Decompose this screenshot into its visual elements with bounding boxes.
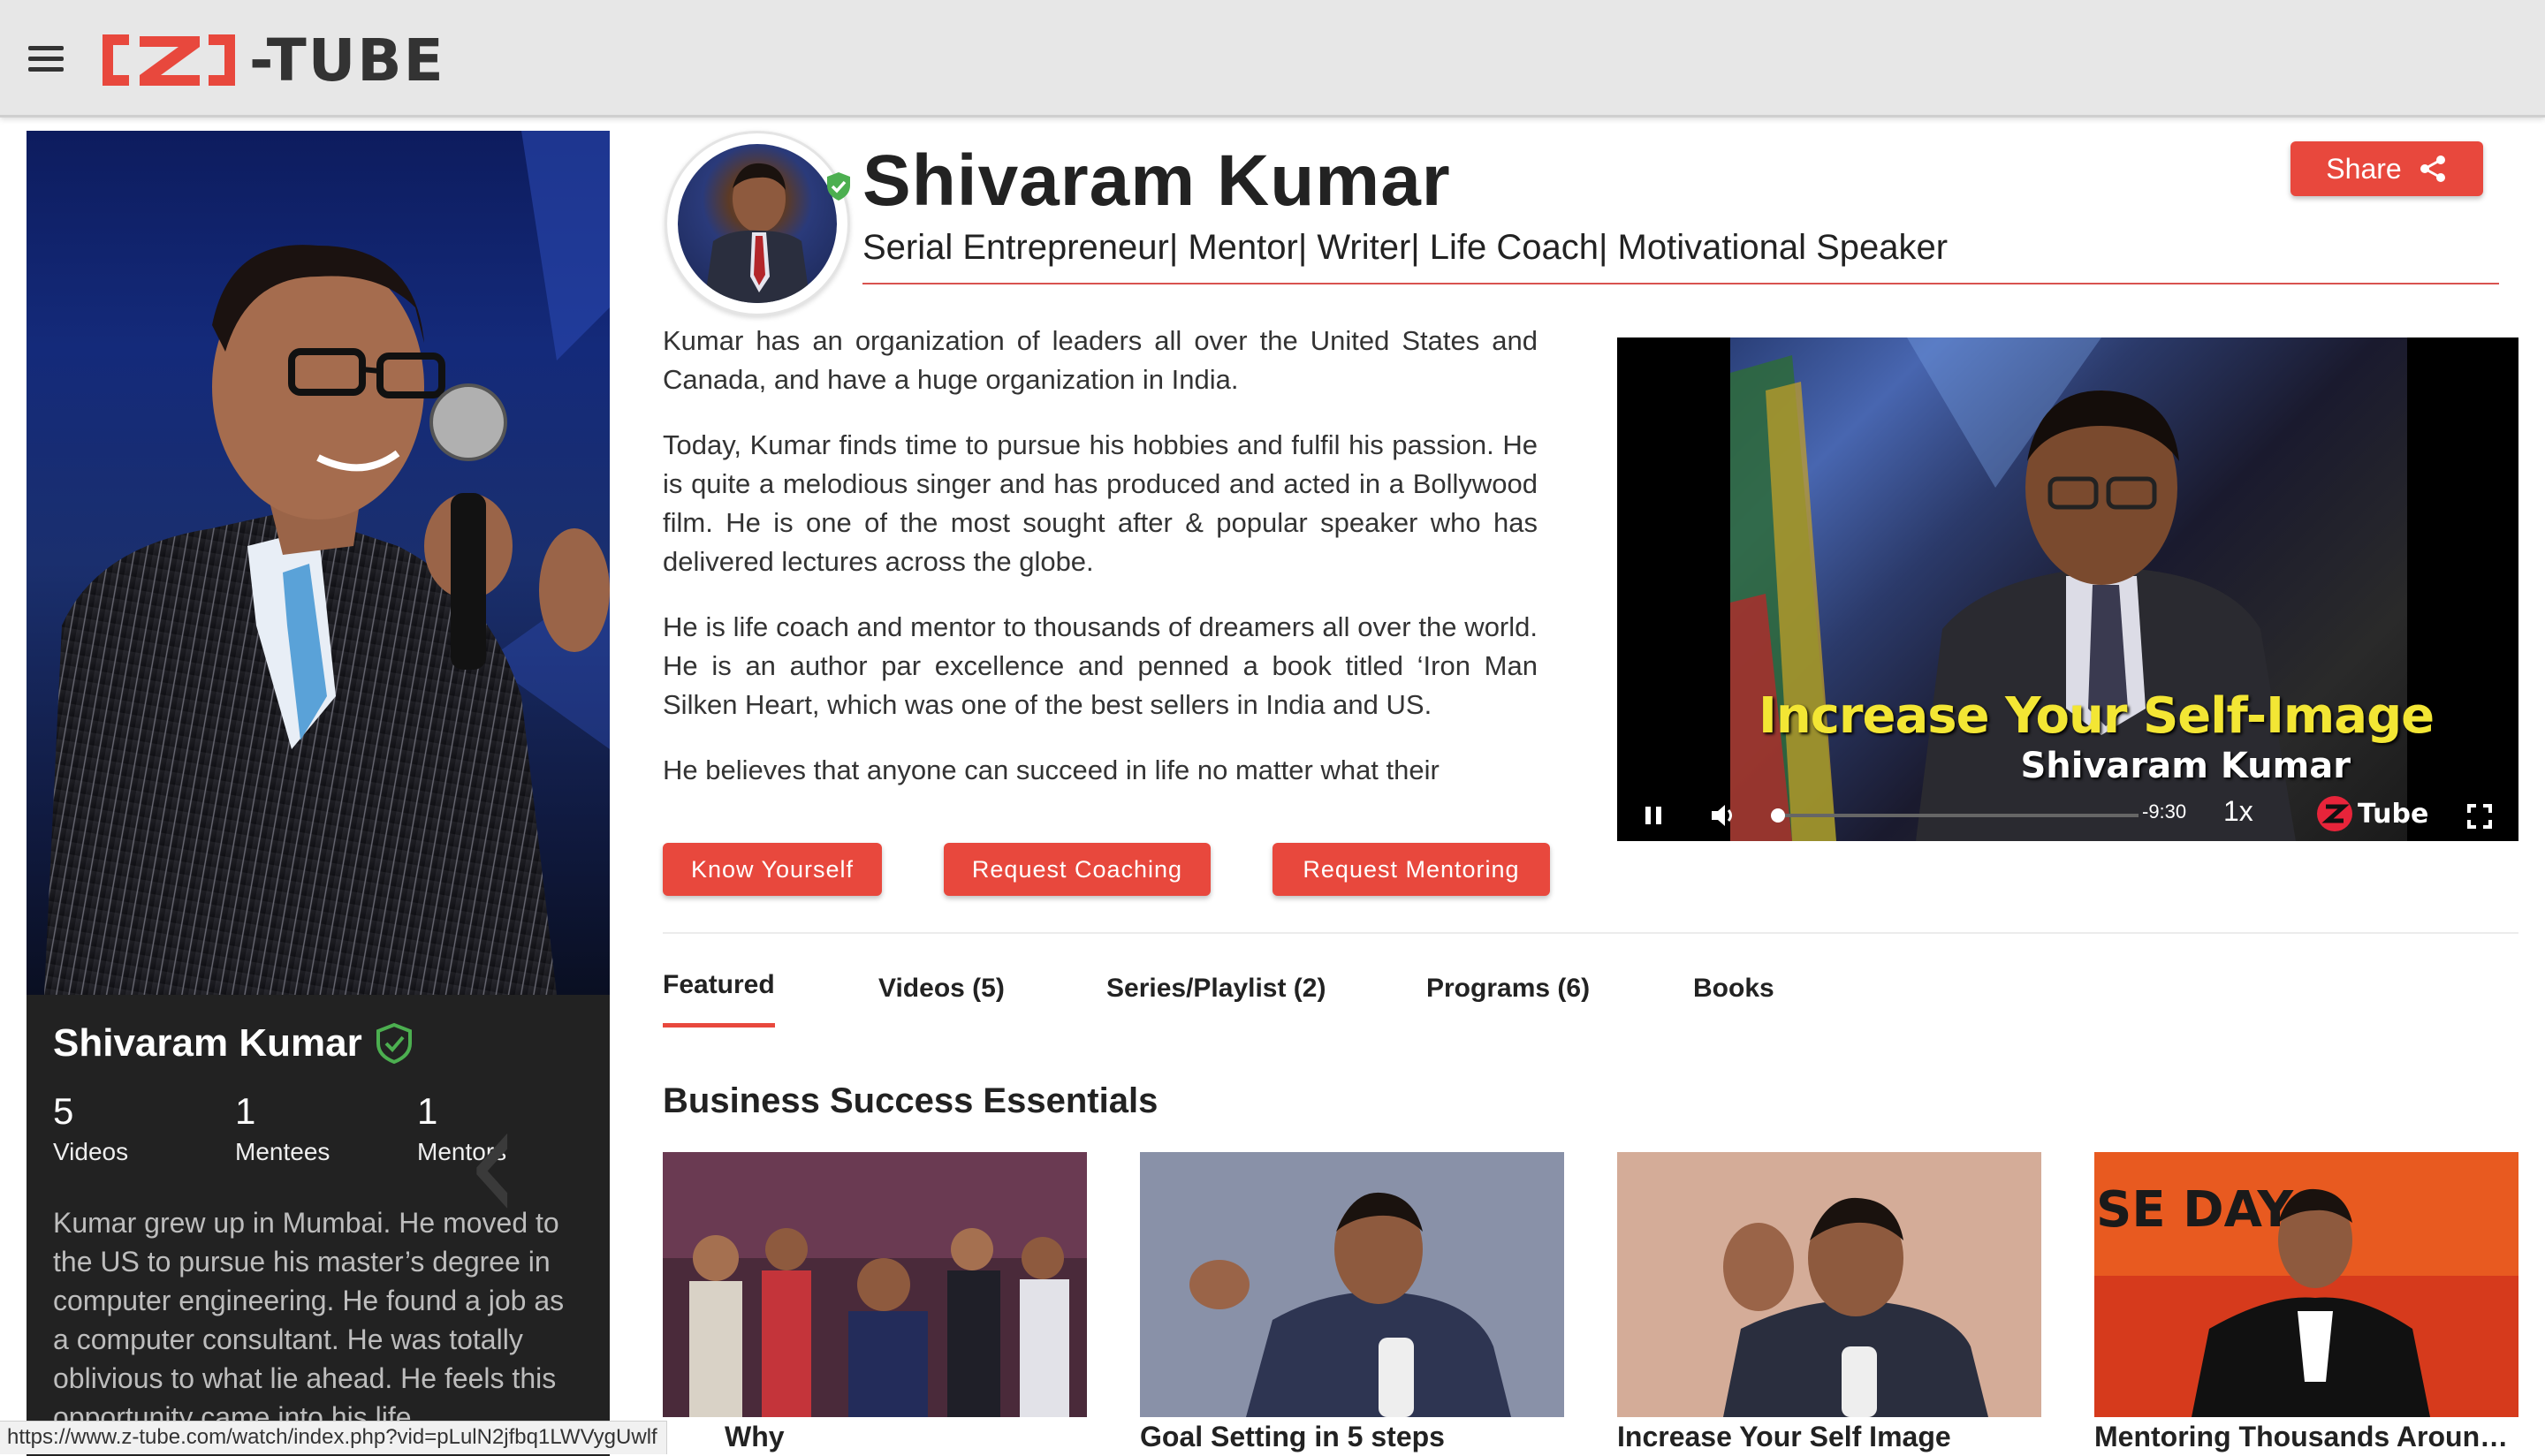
tab-label: Programs (6) [1426,974,1591,1003]
video-subtitle-overlay: Shivaram Kumar [2020,746,2351,786]
section-divider [663,932,2518,934]
stat-mentees[interactable]: 1 Mentees [235,1090,417,1166]
title-divider [862,283,2499,284]
profile-name-row: Shivaram Kumar [53,1021,414,1065]
svg-text:SE DAY: SE DAY [2096,1181,2295,1239]
thumbnail-image [1140,1152,1564,1417]
tab-series-playlist[interactable]: Series/Playlist (2) [1106,974,1326,1004]
video-title-overlay: Increase Your Self-Image [1759,687,2435,745]
video-brand-text: Tube [2358,798,2429,830]
share-button[interactable]: Share [2290,141,2483,196]
profile-card: Shivaram Kumar 5 Videos 1 Mentees 1 Ment… [27,131,610,1456]
profile-name: Shivaram Kumar [53,1021,362,1065]
tab-programs[interactable]: Programs (6) [1426,974,1590,1004]
profile-bio: Kumar grew up in Mumbai. He moved to the… [53,1207,565,1433]
profile-description: Kumar has an organization of leaders all… [663,322,1538,825]
video-progress-track[interactable] [1776,814,2139,817]
thumbnail-image [1617,1152,2041,1417]
ztube-logo-icon [2317,796,2352,831]
active-tab-indicator [663,1023,775,1028]
link-preview-statusbar: https://www.z-tube.com/watch/index.php?v… [0,1421,667,1454]
video-controls: -9:30 1x Tube [1617,788,2518,841]
share-icon [2420,155,2445,182]
section-title: Business Success Essentials [663,1081,1159,1120]
request-mentoring-button[interactable]: Request Mentoring [1272,843,1550,896]
video-thumbnail[interactable] [1617,1152,2041,1417]
video-thumbnail[interactable]: SE DAY [2094,1152,2518,1417]
logo-mark-icon [103,34,235,86]
top-bar: -TUBE [0,0,2545,118]
video-time-remaining: -9:30 [2142,800,2187,823]
thumbnail-caption[interactable]: Why [725,1421,1149,1453]
fullscreen-icon[interactable] [2467,804,2492,829]
video-brand-logo[interactable]: Tube [2315,793,2428,834]
video-thumbnail[interactable] [1140,1152,1564,1417]
stat-videos-label: Videos [53,1138,129,1165]
avatar-image [678,144,837,303]
thumbnail-caption[interactable]: Goal Setting in 5 steps [1140,1421,1564,1453]
description-paragraph: He believes that anyone can succeed in l… [663,755,1440,785]
video-thumbnail[interactable] [663,1152,1087,1417]
tab-label: Books [1693,974,1774,1003]
profile-photo-image [44,131,610,995]
tab-label: Series/Playlist (2) [1106,974,1326,1003]
logo-text: -TUBE [249,26,445,95]
thumbnail-image: SE DAY [2094,1152,2518,1417]
stat-videos-count: 5 [53,1090,74,1132]
verified-shield-icon [376,1022,412,1065]
pause-icon[interactable] [1642,804,1665,827]
avatar [665,131,850,316]
video-progress-handle[interactable] [1771,808,1785,823]
tab-featured[interactable]: Featured [663,970,775,1028]
hamburger-menu-icon[interactable] [28,46,64,72]
thumbnail-caption[interactable]: Increase Your Self Image [1617,1421,2041,1453]
tab-videos[interactable]: Videos (5) [878,974,1005,1004]
tagline: Serial Entrepreneur| Mentor| Writer| Lif… [862,228,1949,267]
profile-photo [27,131,610,995]
verified-badge-icon [827,172,850,201]
thumbnail-image [663,1152,1087,1417]
share-label: Share [2326,152,2402,185]
volume-icon[interactable] [1709,802,1737,829]
request-coaching-button[interactable]: Request Coaching [944,843,1211,896]
playback-speed-button[interactable]: 1x [2223,795,2253,828]
page-title: Shivaram Kumar [862,140,1451,221]
action-buttons: Know Yourself Request Coaching Request M… [663,843,1550,896]
description-paragraph: Kumar has an organization of leaders all… [663,325,1538,395]
tab-books[interactable]: Books [1693,974,1774,1004]
stat-videos[interactable]: 5 Videos [53,1090,235,1166]
description-paragraph: He is life coach and mentor to thousands… [663,611,1538,720]
profile-info: Shivaram Kumar 5 Videos 1 Mentees 1 Ment… [27,995,610,1456]
tab-label: Featured [663,970,775,999]
thumbnail-caption[interactable]: Mentoring Thousands Aroun… [2094,1421,2518,1453]
video-player[interactable]: Increase Your Self-Image Shivaram Kumar … [1617,337,2518,841]
know-yourself-button[interactable]: Know Yourself [663,843,882,896]
stat-mentees-label: Mentees [235,1138,330,1165]
site-logo[interactable]: -TUBE [94,25,445,95]
stat-mentees-count: 1 [235,1090,256,1132]
tab-label: Videos (5) [878,974,1005,1003]
description-paragraph: Today, Kumar finds time to pursue his ho… [663,429,1538,577]
